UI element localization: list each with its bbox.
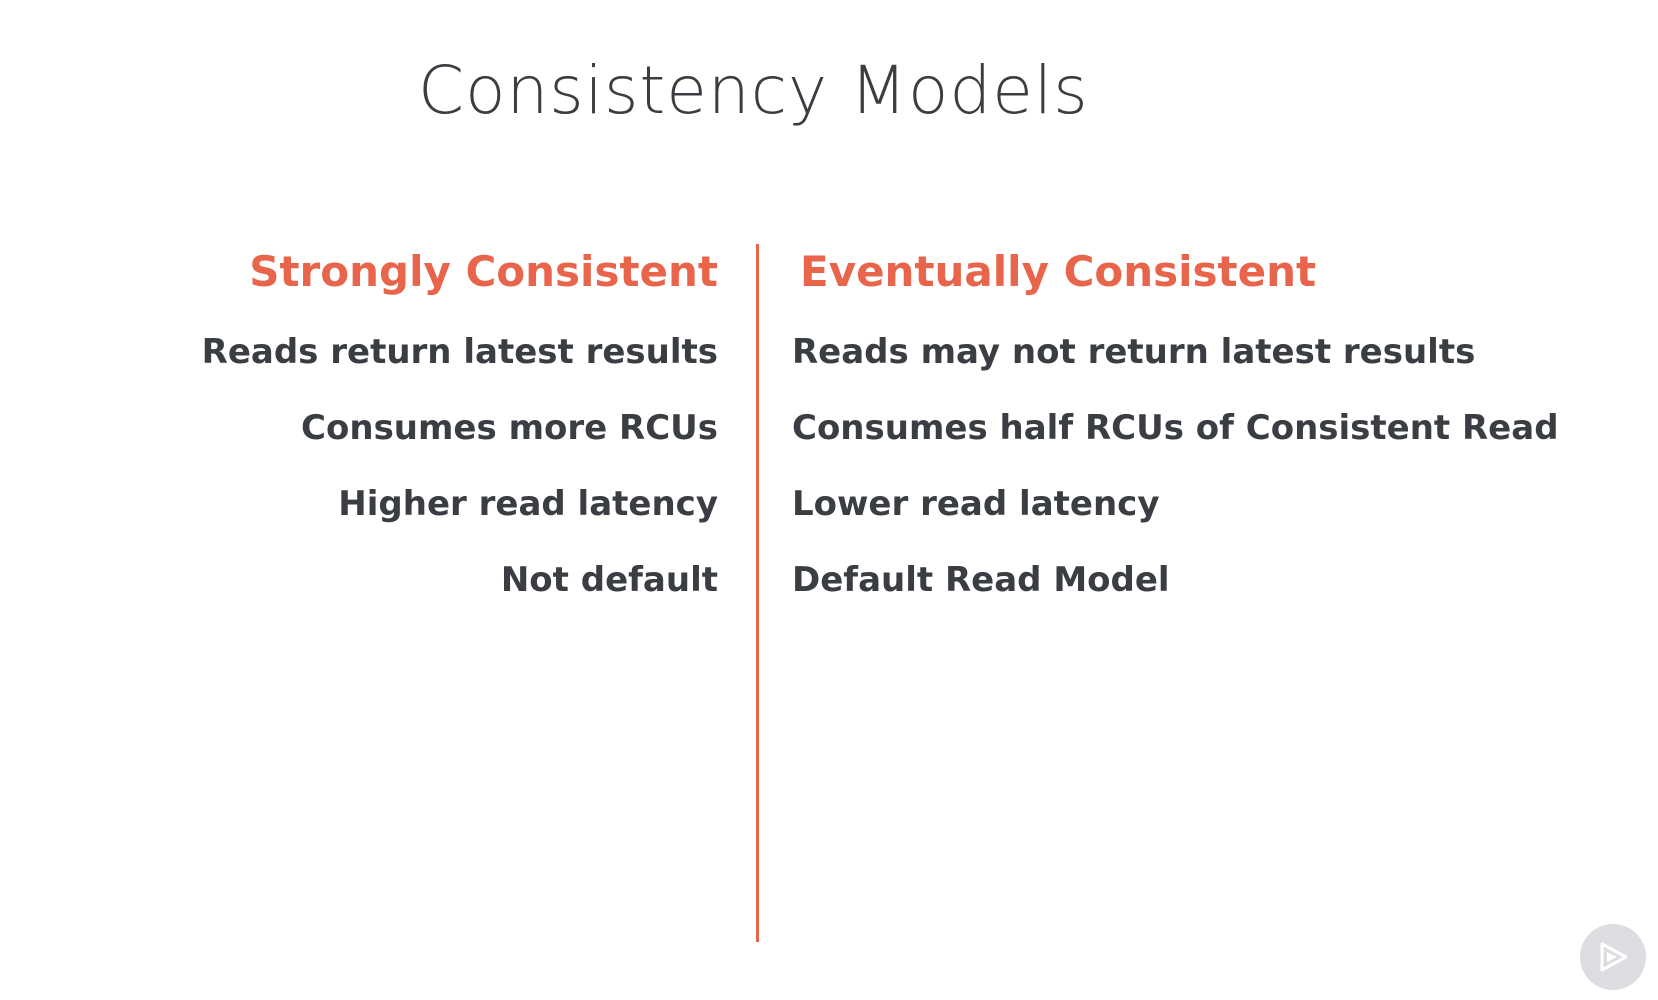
strongly-consistent-column: Strongly Consistent Reads return latest … (202, 244, 718, 634)
eventually-consistent-heading: Eventually Consistent (800, 247, 1317, 296)
list-item: Default Read Model (792, 560, 1170, 600)
slide-title: Consistency Models (418, 52, 1089, 129)
list-item: Consumes half RCUs of Consistent Read (792, 408, 1559, 448)
strongly-consistent-heading: Strongly Consistent (249, 247, 718, 296)
list-item: Consumes more RCUs (301, 408, 718, 448)
list-item: Lower read latency (792, 484, 1160, 524)
list-item: Reads return latest results (201, 332, 718, 372)
list-item: Reads may not return latest results (792, 332, 1476, 372)
play-icon-glyph (1600, 942, 1628, 972)
play-icon[interactable] (1580, 924, 1646, 990)
list-item: Not default (500, 560, 718, 600)
column-divider (756, 244, 759, 942)
list-item: Higher read latency (338, 484, 718, 524)
eventually-consistent-column: Eventually Consistent Reads may not retu… (792, 244, 1559, 634)
